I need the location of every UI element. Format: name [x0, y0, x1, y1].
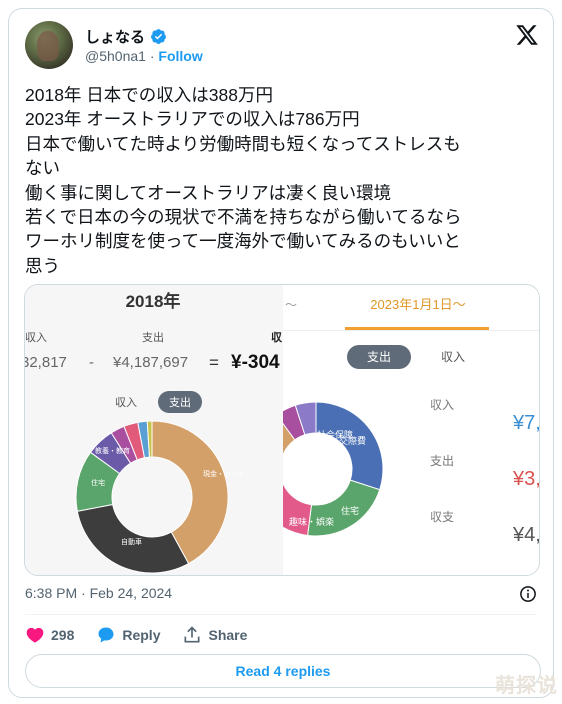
tweet-line: ワーホリ制度を使って一度海外で働いてみるのもいいと — [25, 231, 461, 252]
action-bar: 298 Reply Share — [25, 625, 269, 645]
summary-income-label: 収入 — [430, 398, 454, 412]
tweet-line: 若くで日本の今の現状で不満を持ちながら働いてるなら — [25, 207, 462, 228]
tweet-line: 日本で働いてた時より労働時間も短くなってストレスも — [25, 133, 461, 154]
equals-sign: = — [209, 353, 219, 372]
slice-label-hobby: 趣味・娯楽 — [289, 516, 334, 527]
reply-label: Reply — [122, 627, 161, 643]
income-value: 32,817 — [25, 354, 67, 371]
slice-label-housing: 住宅 — [341, 505, 359, 516]
slice-label-car: 自動車 — [121, 537, 142, 546]
follow-link[interactable]: Follow — [158, 48, 202, 64]
col-balance-label: 収 — [271, 331, 283, 344]
read-replies-button[interactable]: Read 4 replies — [25, 654, 541, 688]
slice-label-education: 教養・教育 — [95, 446, 130, 455]
media-left-panel: 2018年 収入 支出 収 32,817 - ¥4,187,697 = ¥-30… — [25, 285, 285, 575]
toggle-expense[interactable]: 支出 — [169, 395, 191, 409]
slice-label-transport: 交際費 — [339, 435, 366, 446]
right-donut-chart — [248, 401, 384, 537]
reply-bubble-icon — [98, 627, 114, 643]
col-income-label: 収入 — [25, 331, 47, 344]
tweet-text: 2018年 日本での収入は388万円 2023年 オーストラリアでの収入は786… — [25, 83, 541, 278]
share-button[interactable]: Share — [182, 625, 247, 645]
date-underline — [345, 327, 489, 330]
heart-icon — [26, 627, 44, 643]
tweet-line: ない — [25, 158, 60, 179]
tweet-line: 2023年 オーストラリアでの収入は786万円 — [25, 109, 360, 130]
tweet-line: 2018年 日本での収入は388万円 — [25, 85, 273, 105]
author-handle-row: @5h0na1 · Follow — [85, 48, 203, 64]
minus-sign: - — [89, 354, 94, 371]
toggle-income[interactable]: 収入 — [441, 350, 465, 364]
summary-balance-value: ¥4, — [512, 524, 540, 546]
watermark-logo: 萌探说 — [495, 675, 558, 697]
prev-arrow[interactable]: 〜 — [285, 298, 297, 312]
share-icon — [184, 626, 200, 643]
col-expense-label: 支出 — [142, 330, 164, 344]
left-screenshot: 2018年 収入 支出 収 32,817 - ¥4,187,697 = ¥-30… — [25, 285, 285, 574]
left-donut-chart — [75, 420, 229, 574]
date-range[interactable]: 2023年1月1日〜 — [370, 297, 465, 312]
avatar[interactable] — [25, 21, 73, 69]
author-name-row[interactable]: しょなる — [85, 26, 167, 47]
summary-expense-value: ¥3, — [512, 468, 540, 490]
summary-balance-label: 収支 — [430, 510, 454, 524]
expense-value: ¥4,187,697 — [112, 354, 188, 371]
right-screenshot: 〜 2023年1月1日〜 支出 収入 社会保障 交際費 住宅 趣味・娯楽 収入 … — [248, 297, 540, 546]
summary-expense-label: 支出 — [430, 454, 454, 468]
tweet-line: 働く事に関してオーストラリアは凄く良い環境 — [25, 182, 392, 203]
tweet-timestamp[interactable]: 6:38 PM · Feb 24, 2024 — [25, 585, 172, 601]
year-title: 2018年 — [126, 291, 181, 311]
media-image[interactable]: 2018年 収入 支出 収 32,817 - ¥4,187,697 = ¥-30… — [24, 284, 540, 576]
like-count: 298 — [51, 627, 75, 643]
tweet-card: しょなる @5h0na1 · Follow 2018年 日本での収入は388万円… — [8, 8, 554, 698]
author-handle[interactable]: @5h0na1 — [85, 48, 146, 64]
slice-label-cash-card: 現金・カード — [203, 469, 245, 478]
verified-badge-icon — [151, 29, 166, 44]
slice-label-housing: 住宅 — [91, 478, 105, 487]
like-button[interactable]: 298 — [25, 625, 74, 645]
toggle-income[interactable]: 収入 — [115, 396, 137, 409]
summary-income-value: ¥7, — [512, 412, 540, 434]
divider — [25, 614, 537, 615]
toggle-expense[interactable]: 支出 — [367, 350, 391, 364]
info-icon[interactable] — [519, 585, 537, 603]
share-label: Share — [208, 627, 248, 643]
reply-button[interactable]: Reply — [96, 625, 160, 645]
balance-value: ¥-304 — [231, 352, 280, 373]
author-display-name[interactable]: しょなる — [85, 26, 145, 47]
donut-slice — [251, 479, 313, 537]
tweet-line: 思う — [25, 255, 60, 276]
x-logo-icon[interactable] — [515, 23, 539, 47]
separator-dot: · — [149, 48, 155, 64]
media-right-panel: 〜 2023年1月1日〜 支出 収入 社会保障 交際費 住宅 趣味・娯楽 収入 … — [248, 285, 540, 575]
